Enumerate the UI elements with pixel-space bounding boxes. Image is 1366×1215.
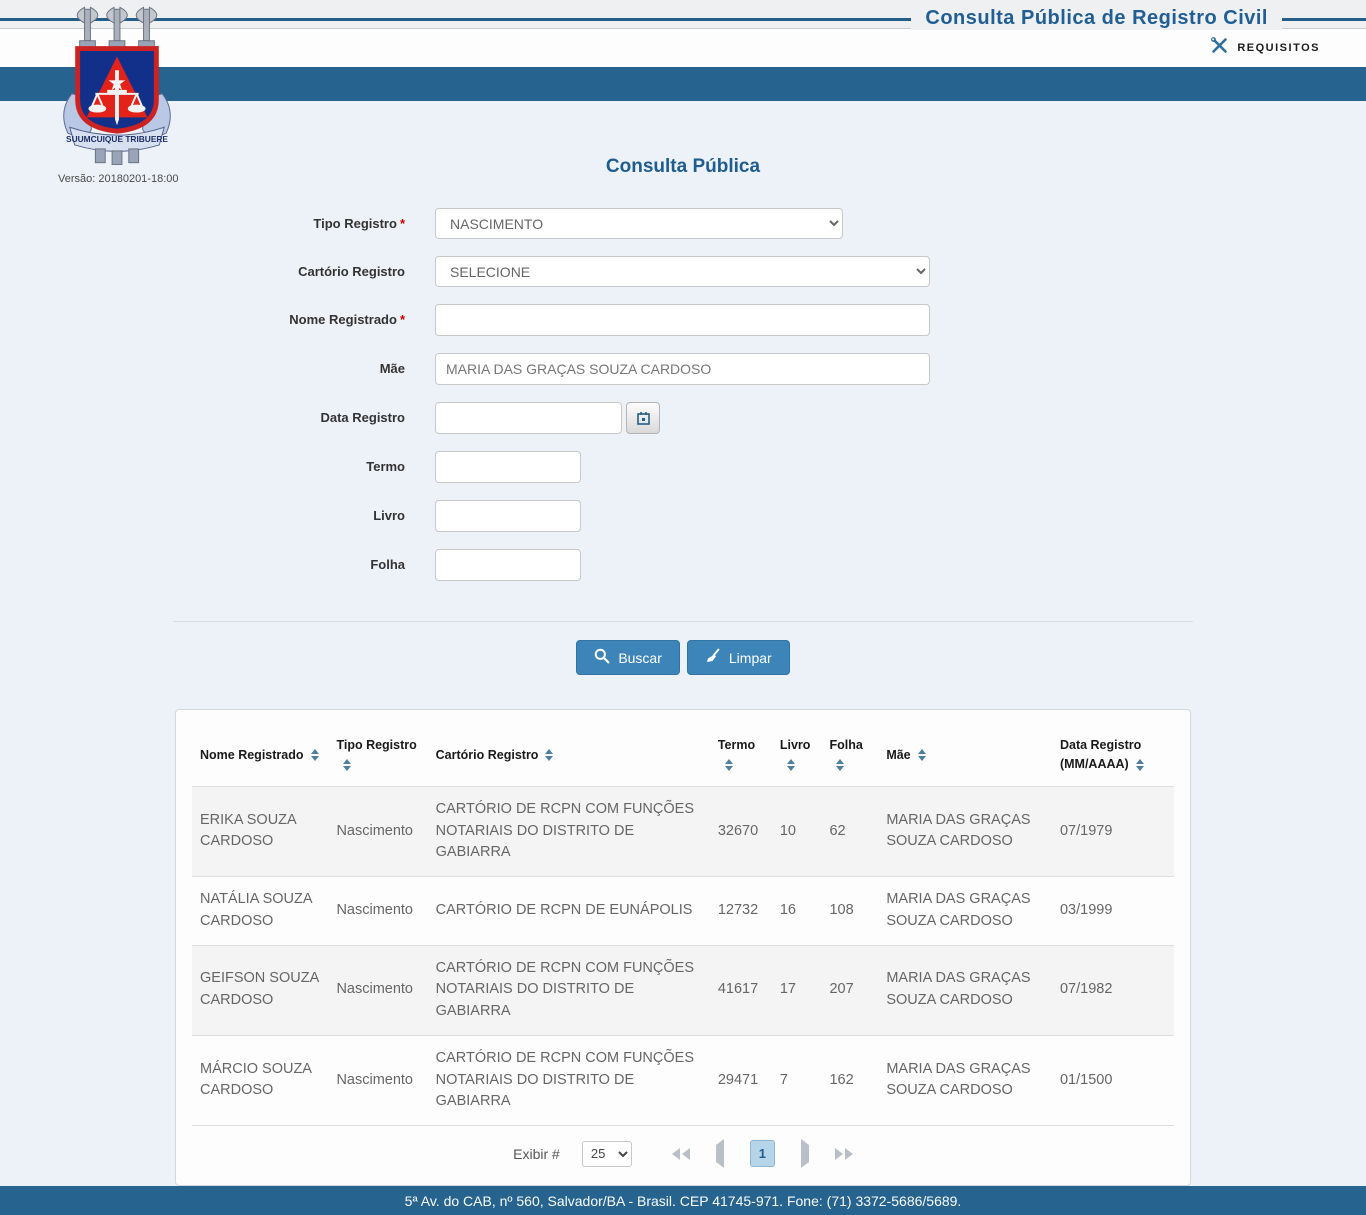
broom-icon xyxy=(705,648,721,667)
page-number-button[interactable]: 1 xyxy=(750,1140,775,1167)
header-termo[interactable]: Termo xyxy=(710,722,772,786)
header-tipo-registro[interactable]: Tipo Registro xyxy=(328,722,427,786)
form-row-data-registro: Data Registro xyxy=(0,402,1366,434)
next-page-button[interactable] xyxy=(801,1145,809,1163)
requisitos-label: REQUISITOS xyxy=(1237,42,1320,54)
sort-icon xyxy=(725,759,733,771)
form-divider xyxy=(173,621,1193,622)
table-row: MÁRCIO SOUZA CARDOSO Nascimento CARTÓRIO… xyxy=(192,1035,1174,1125)
top-header-strip: Consulta Pública de Registro Civil xyxy=(0,0,1366,29)
nome-registrado-label: Nome Registrado xyxy=(289,312,397,327)
buscar-button[interactable]: Buscar xyxy=(576,640,680,675)
last-page-button[interactable] xyxy=(835,1148,853,1160)
header-blue-band xyxy=(0,67,1366,102)
header-cartorio-registro[interactable]: Cartório Registro xyxy=(428,722,710,786)
calendar-button[interactable] xyxy=(626,402,660,434)
version-text: Versão: 20180201-18:00 xyxy=(58,173,178,185)
calendar-icon xyxy=(637,411,650,425)
data-registro-label: Data Registro xyxy=(320,410,405,425)
coat-of-arms-logo: ★ SUUMCUIQUE TRIBUERE xyxy=(58,3,176,165)
logo-block: ★ SUUMCUIQUE TRIBUERE Versão: 20180201-1… xyxy=(58,3,178,185)
page-title: Consulta Pública xyxy=(0,156,1366,178)
sort-icon xyxy=(836,759,844,771)
sort-icon xyxy=(918,749,926,761)
page: Consulta Pública de Registro Civil REQUI… xyxy=(0,0,1366,1215)
required-asterisk: * xyxy=(400,216,405,231)
tipo-registro-select[interactable]: NASCIMENTO xyxy=(435,208,843,239)
livro-label: Livro xyxy=(373,508,405,523)
termo-input[interactable] xyxy=(435,451,581,483)
footer-address: 5ª Av. do CAB, nº 560, Salvador/BA - Bra… xyxy=(405,1193,962,1209)
mae-input[interactable] xyxy=(435,353,930,385)
tools-icon xyxy=(1210,36,1229,60)
livro-input[interactable] xyxy=(435,500,581,532)
main-content: Consulta Pública Tipo Registro* NASCIMEN… xyxy=(0,101,1366,1186)
form-row-folha: Folha xyxy=(0,549,1366,581)
mae-label: Mãe xyxy=(380,361,405,376)
app-title: Consulta Pública de Registro Civil xyxy=(911,7,1282,30)
table-row: ERIKA SOUZA CARDOSO Nascimento CARTÓRIO … xyxy=(192,786,1174,876)
cartorio-registro-label: Cartório Registro xyxy=(298,264,405,279)
search-icon xyxy=(594,648,610,667)
tipo-registro-label: Tipo Registro xyxy=(313,216,397,231)
sort-icon xyxy=(343,759,351,771)
exibir-label: Exibir # xyxy=(513,1146,560,1162)
folha-label: Folha xyxy=(370,557,405,572)
form-row-mae: Mãe xyxy=(0,353,1366,385)
sort-icon xyxy=(1136,759,1144,771)
menu-band: REQUISITOS xyxy=(0,29,1366,66)
action-buttons: Buscar Limpar xyxy=(0,640,1366,675)
table-row: NATÁLIA SOUZA CARDOSO Nascimento CARTÓRI… xyxy=(192,877,1174,946)
pagination: Exibir # 25 1 xyxy=(192,1140,1174,1167)
form-row-livro: Livro xyxy=(0,500,1366,532)
header-mae[interactable]: Mãe xyxy=(878,722,1052,786)
table-header-row: Nome Registrado Tipo Registro Cartório R… xyxy=(192,722,1174,786)
form-row-nome-registrado: Nome Registrado* xyxy=(0,304,1366,336)
header-folha[interactable]: Folha xyxy=(821,722,878,786)
folha-input[interactable] xyxy=(435,549,581,581)
required-asterisk: * xyxy=(400,312,405,327)
page-size-select[interactable]: 25 xyxy=(582,1141,632,1167)
first-page-button[interactable] xyxy=(672,1148,690,1160)
limpar-button[interactable]: Limpar xyxy=(687,640,790,675)
table-row: GEIFSON SOUZA CARDOSO Nascimento CARTÓRI… xyxy=(192,945,1174,1035)
footer: 5ª Av. do CAB, nº 560, Salvador/BA - Bra… xyxy=(0,1186,1366,1215)
results-card: Nome Registrado Tipo Registro Cartório R… xyxy=(175,709,1191,1186)
form-row-cartorio-registro: Cartório Registro SELECIONE xyxy=(0,256,1366,287)
termo-label: Termo xyxy=(366,459,405,474)
sort-icon xyxy=(311,749,319,761)
data-registro-input[interactable] xyxy=(435,402,622,434)
cartorio-registro-select[interactable]: SELECIONE xyxy=(435,256,930,287)
requisitos-link[interactable]: REQUISITOS xyxy=(1210,36,1320,60)
sort-icon xyxy=(545,749,553,761)
sort-icon xyxy=(787,759,795,771)
header-nome-registrado[interactable]: Nome Registrado xyxy=(192,722,328,786)
header-data-registro[interactable]: Data Registro (MM/AAAA) xyxy=(1052,722,1174,786)
logo-motto: SUUMCUIQUE TRIBUERE xyxy=(66,134,168,144)
results-table: Nome Registrado Tipo Registro Cartório R… xyxy=(192,722,1174,1126)
nome-registrado-input[interactable] xyxy=(435,304,930,336)
form-row-tipo-registro: Tipo Registro* NASCIMENTO xyxy=(0,208,1366,239)
form-row-termo: Termo xyxy=(0,451,1366,483)
previous-page-button[interactable] xyxy=(716,1145,724,1163)
header-livro[interactable]: Livro xyxy=(772,722,822,786)
